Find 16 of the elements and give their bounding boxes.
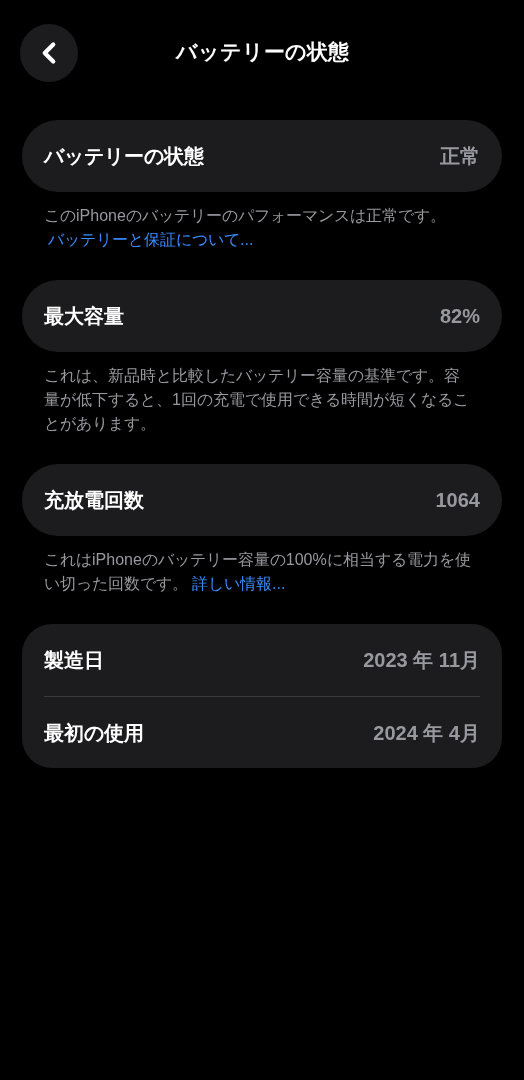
row-value: 1064 — [435, 488, 480, 513]
row-value: 82% — [439, 304, 480, 329]
footer-text: これは、新品時と比較したバッテリー容量の基準です。容量が低下すると、1回の充電で使用できる時間が短くなることがあります。 — [43, 366, 470, 434]
row-value: 2023 年 11月 — [363, 648, 480, 673]
row-label: バッテリーの状態 — [44, 144, 204, 169]
row-label: 最初の使用 — [44, 720, 144, 746]
page-title: バッテリーの状態 — [175, 39, 349, 66]
row-value: 2024 年 4月 — [373, 720, 480, 746]
footer-text: これはiPhoneのバッテリー容量の100%に相当する電力を使い切った回数です。 詳しい情報... — [43, 550, 472, 594]
row-label: 充放電回数 — [44, 488, 144, 513]
info-link[interactable]: 詳しい情報... — [192, 575, 286, 592]
row-label: 最大容量 — [44, 304, 124, 329]
info-link[interactable]: バッテリーと保証について... — [48, 231, 254, 248]
row-value: 正常 — [440, 144, 480, 169]
row-label: 製造日 — [44, 648, 104, 673]
footer-text: このiPhoneのバッテリーのパフォーマンスは正常です。 バッテリーと保証について... — [43, 206, 447, 250]
